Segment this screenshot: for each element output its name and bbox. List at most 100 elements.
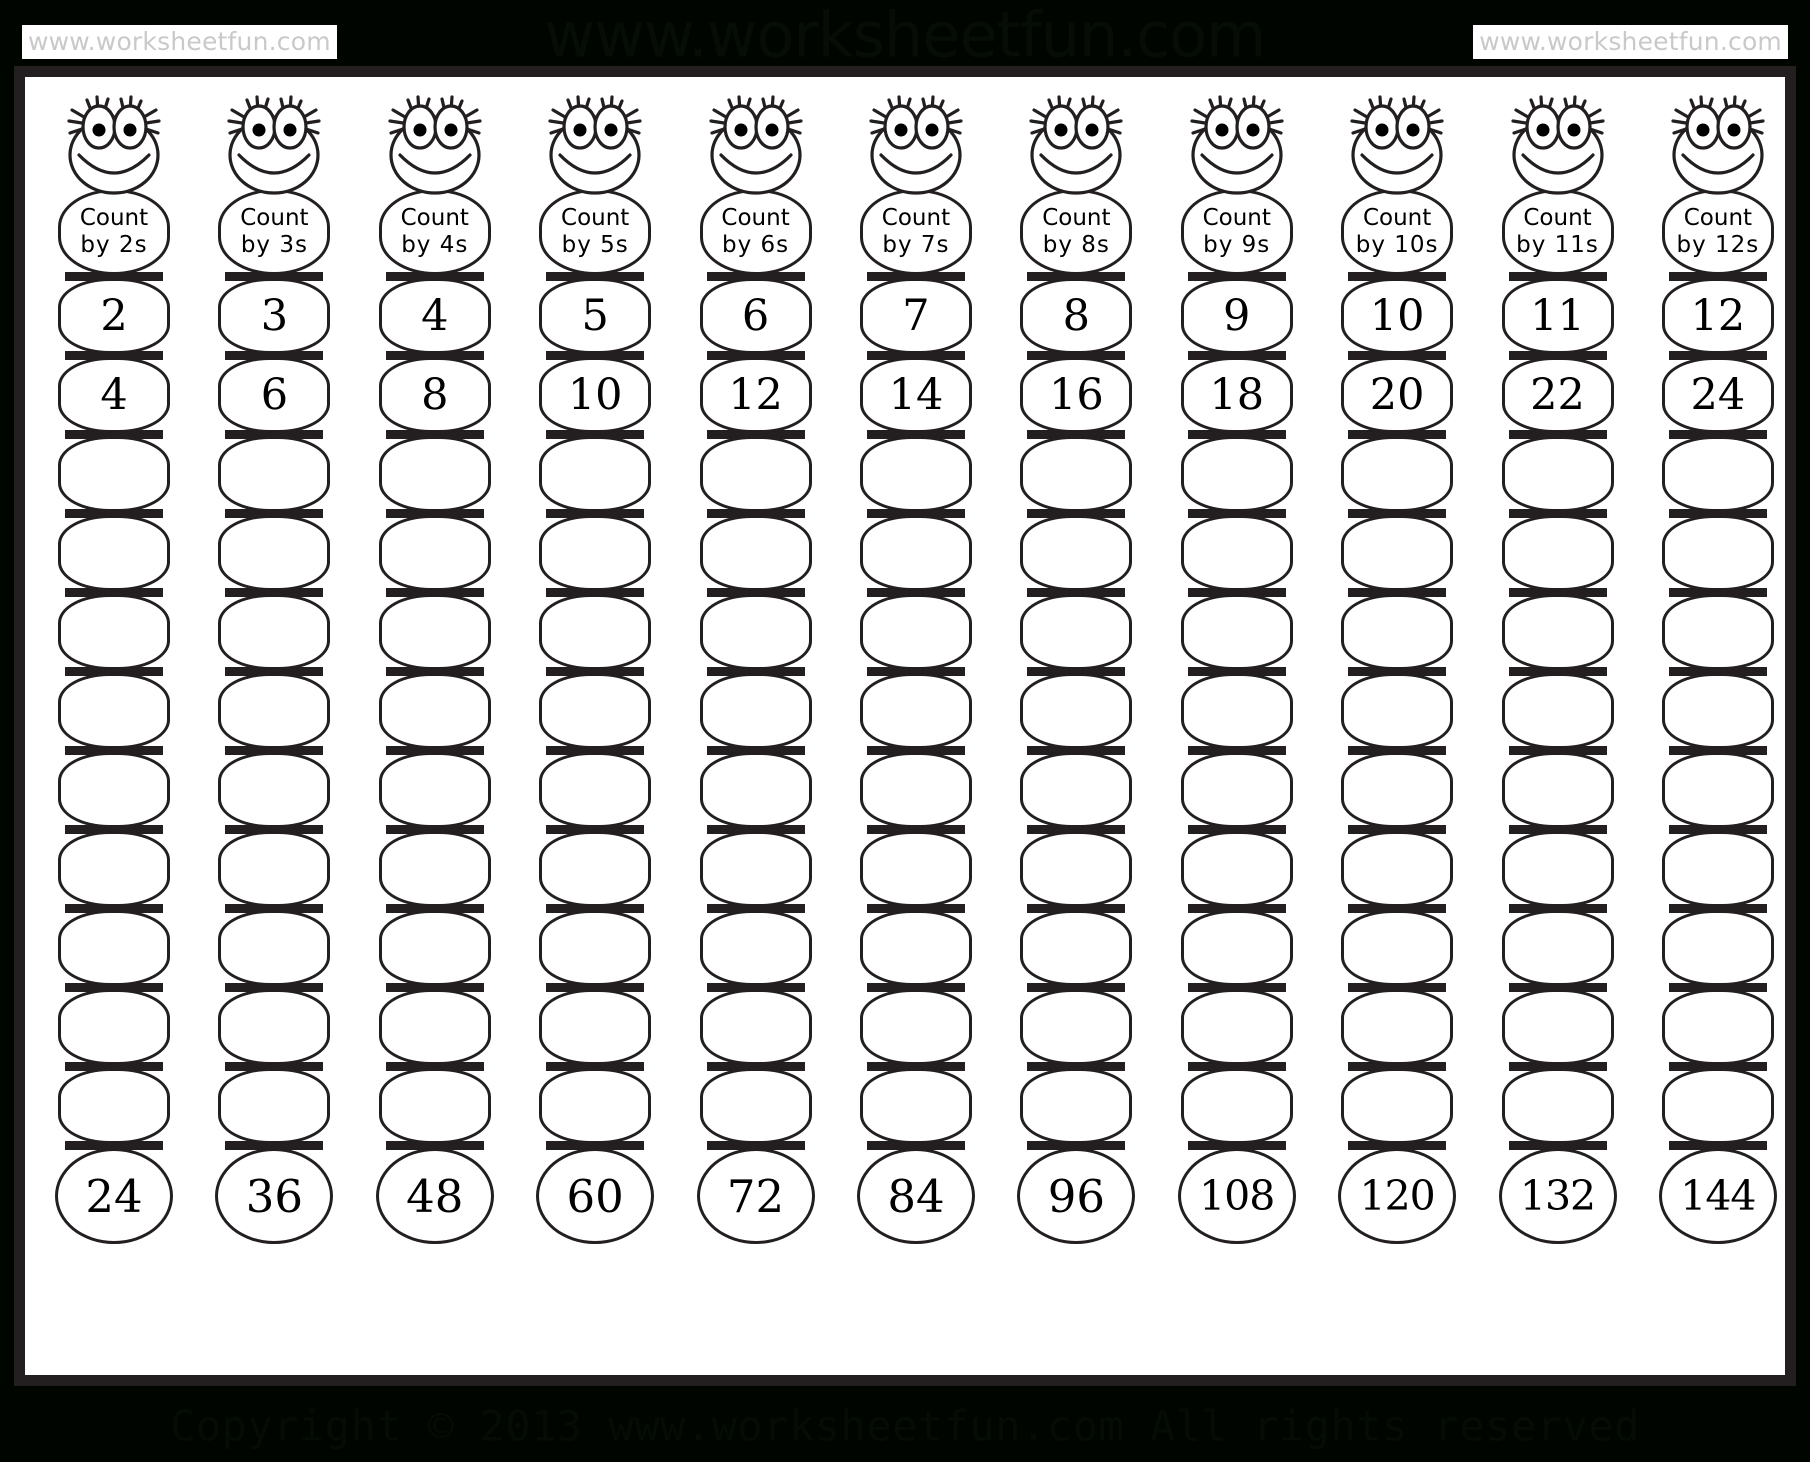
answer-blank-segment[interactable] (1661, 515, 1774, 591)
answer-blank-segment[interactable] (699, 989, 812, 1065)
number-segment[interactable]: 4 (378, 278, 491, 354)
number-segment[interactable]: 10 (1341, 278, 1454, 354)
number-segment[interactable]: 24 (1661, 357, 1774, 433)
answer-blank-segment[interactable] (1341, 673, 1454, 749)
answer-blank-segment[interactable] (539, 673, 652, 749)
answer-blank-segment[interactable] (1661, 673, 1774, 749)
answer-blank-segment[interactable] (1180, 515, 1293, 591)
answer-blank-segment[interactable] (1180, 1068, 1293, 1144)
answer-blank-segment[interactable] (378, 752, 491, 828)
answer-blank-segment[interactable] (859, 752, 972, 828)
answer-blank-segment[interactable] (859, 1068, 972, 1144)
number-segment[interactable]: 22 (1501, 357, 1614, 433)
answer-blank-segment[interactable] (859, 673, 972, 749)
answer-blank-segment[interactable] (859, 515, 972, 591)
number-segment[interactable]: 120 (1338, 1148, 1457, 1244)
answer-blank-segment[interactable] (1661, 831, 1774, 907)
answer-blank-segment[interactable] (58, 673, 170, 749)
answer-blank-segment[interactable] (539, 831, 652, 907)
answer-blank-segment[interactable] (859, 831, 972, 907)
number-segment[interactable]: 36 (215, 1148, 334, 1244)
number-segment[interactable]: 24 (55, 1148, 173, 1244)
answer-blank-segment[interactable] (1341, 1068, 1454, 1144)
answer-blank-segment[interactable] (378, 673, 491, 749)
answer-blank-segment[interactable] (1341, 436, 1454, 512)
answer-blank-segment[interactable] (1180, 910, 1293, 986)
answer-blank-segment[interactable] (378, 831, 491, 907)
answer-blank-segment[interactable] (58, 752, 170, 828)
answer-blank-segment[interactable] (699, 515, 812, 591)
answer-blank-segment[interactable] (1661, 989, 1774, 1065)
answer-blank-segment[interactable] (859, 910, 972, 986)
answer-blank-segment[interactable] (218, 515, 331, 591)
answer-blank-segment[interactable] (1180, 436, 1293, 512)
number-segment[interactable]: 6 (218, 357, 331, 433)
number-segment[interactable]: 8 (1020, 278, 1133, 354)
answer-blank-segment[interactable] (1501, 594, 1614, 670)
answer-blank-segment[interactable] (218, 436, 331, 512)
answer-blank-segment[interactable] (378, 515, 491, 591)
answer-blank-segment[interactable] (1501, 989, 1614, 1065)
number-segment[interactable]: 48 (375, 1148, 494, 1244)
answer-blank-segment[interactable] (1180, 752, 1293, 828)
answer-blank-segment[interactable] (58, 989, 170, 1065)
number-segment[interactable]: 10 (539, 357, 652, 433)
number-segment[interactable]: 144 (1658, 1148, 1777, 1244)
number-segment[interactable]: 11 (1501, 278, 1614, 354)
number-segment[interactable]: 108 (1177, 1148, 1296, 1244)
number-segment[interactable]: 2 (58, 278, 170, 354)
answer-blank-segment[interactable] (539, 1068, 652, 1144)
answer-blank-segment[interactable] (1341, 910, 1454, 986)
answer-blank-segment[interactable] (699, 673, 812, 749)
answer-blank-segment[interactable] (859, 594, 972, 670)
answer-blank-segment[interactable] (539, 515, 652, 591)
answer-blank-segment[interactable] (699, 831, 812, 907)
answer-blank-segment[interactable] (1341, 752, 1454, 828)
answer-blank-segment[interactable] (1501, 673, 1614, 749)
answer-blank-segment[interactable] (218, 831, 331, 907)
answer-blank-segment[interactable] (1501, 436, 1614, 512)
answer-blank-segment[interactable] (1661, 594, 1774, 670)
answer-blank-segment[interactable] (539, 989, 652, 1065)
answer-blank-segment[interactable] (539, 436, 652, 512)
answer-blank-segment[interactable] (699, 910, 812, 986)
answer-blank-segment[interactable] (1020, 515, 1133, 591)
answer-blank-segment[interactable] (1180, 594, 1293, 670)
answer-blank-segment[interactable] (58, 1068, 170, 1144)
answer-blank-segment[interactable] (1501, 1068, 1614, 1144)
number-segment[interactable]: 72 (696, 1148, 815, 1244)
answer-blank-segment[interactable] (1661, 436, 1774, 512)
number-segment[interactable]: 132 (1498, 1148, 1617, 1244)
answer-blank-segment[interactable] (699, 436, 812, 512)
answer-blank-segment[interactable] (1661, 752, 1774, 828)
number-segment[interactable]: 6 (699, 278, 812, 354)
answer-blank-segment[interactable] (1020, 752, 1133, 828)
number-segment[interactable]: 20 (1341, 357, 1454, 433)
answer-blank-segment[interactable] (1020, 436, 1133, 512)
number-segment[interactable]: 8 (378, 357, 491, 433)
answer-blank-segment[interactable] (1020, 989, 1133, 1065)
answer-blank-segment[interactable] (378, 594, 491, 670)
answer-blank-segment[interactable] (539, 910, 652, 986)
answer-blank-segment[interactable] (539, 594, 652, 670)
number-segment[interactable]: 96 (1017, 1148, 1136, 1244)
answer-blank-segment[interactable] (699, 1068, 812, 1144)
number-segment[interactable]: 14 (859, 357, 972, 433)
number-segment[interactable]: 84 (856, 1148, 975, 1244)
answer-blank-segment[interactable] (218, 752, 331, 828)
answer-blank-segment[interactable] (1501, 752, 1614, 828)
number-segment[interactable]: 7 (859, 278, 972, 354)
number-segment[interactable]: 12 (1661, 278, 1774, 354)
answer-blank-segment[interactable] (378, 1068, 491, 1144)
answer-blank-segment[interactable] (218, 989, 331, 1065)
answer-blank-segment[interactable] (1180, 831, 1293, 907)
number-segment[interactable]: 60 (536, 1148, 655, 1244)
answer-blank-segment[interactable] (699, 594, 812, 670)
answer-blank-segment[interactable] (1020, 673, 1133, 749)
answer-blank-segment[interactable] (58, 515, 170, 591)
answer-blank-segment[interactable] (1501, 910, 1614, 986)
answer-blank-segment[interactable] (58, 831, 170, 907)
answer-blank-segment[interactable] (539, 752, 652, 828)
answer-blank-segment[interactable] (1020, 1068, 1133, 1144)
answer-blank-segment[interactable] (1661, 1068, 1774, 1144)
